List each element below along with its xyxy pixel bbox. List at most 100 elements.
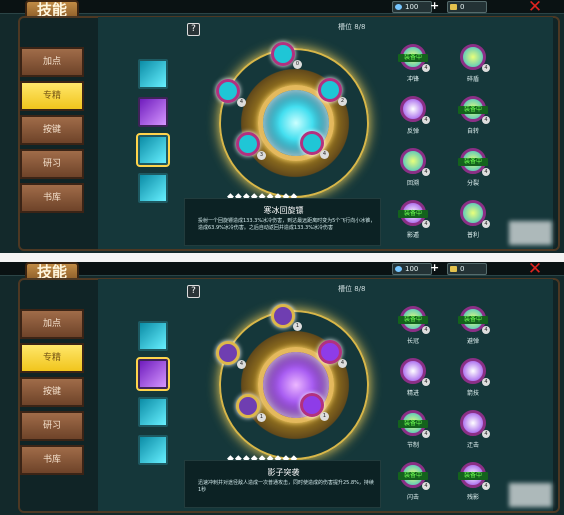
right-skill-3[interactable]: 4 精进	[396, 351, 430, 399]
rune-orb-top[interactable]	[271, 42, 295, 66]
right-skill-4[interactable]: 装备中 4 自转	[456, 89, 490, 137]
equipped-badge: 装备中	[398, 316, 428, 324]
rune-level-bottom-right: 1	[320, 412, 329, 421]
right-skill-grid: 装备中 4 长冠 装备中 4 避弹 4 精进 4 箭技 装备中 4 节制 4 迂击 装备中 4 闪击 …	[396, 299, 546, 509]
right-skill-level: 4	[482, 64, 490, 72]
right-skill-label: 闪击	[406, 494, 419, 501]
sidebar-item-add-points[interactable]: 加点	[20, 47, 84, 77]
skill-card-frost-boomerang[interactable]	[138, 397, 168, 427]
skill-card-shadow-slash[interactable]	[138, 97, 168, 127]
sidebar-item-study[interactable]: 研习	[20, 149, 84, 179]
rune-orb-left[interactable]	[216, 341, 240, 365]
diamond-icon	[395, 266, 402, 272]
right-skill-5[interactable]: 装备中 4 节制	[396, 403, 430, 451]
right-skill-label: 回溯	[406, 180, 419, 187]
sidebar-item-specialization[interactable]: 专精	[20, 343, 84, 373]
bag-resource: 0	[447, 1, 487, 13]
right-skill-level: 4	[422, 116, 430, 124]
close-button[interactable]: ✕	[526, 262, 544, 278]
skill-card-wind-strike[interactable]	[138, 435, 168, 465]
right-skill-label: 分裂	[466, 180, 479, 187]
right-skill-7[interactable]: 装备中 4 影遁	[396, 193, 430, 241]
right-skill-8[interactable]: 4 普利	[456, 193, 490, 241]
rune-level-right: 2	[338, 97, 347, 106]
equipped-badge: 装备中	[398, 420, 428, 428]
sidebar-item-add-points[interactable]: 加点	[20, 309, 84, 339]
skill-card-frost-boomerang[interactable]	[136, 133, 170, 167]
sidebar-item-keybinding[interactable]: 按键	[20, 115, 84, 145]
right-skill-6[interactable]: 装备中 4 分裂	[456, 141, 490, 189]
equipped-badge: 装备中	[398, 54, 428, 62]
panel-divider	[0, 253, 564, 262]
right-skill-label: 冲锋	[406, 76, 419, 83]
right-skill-level: 4	[482, 482, 490, 490]
selected-skill-description: 迅速冲刺并对途径敌人造成一次普通攻击，同时使造成的伤害提升25.8%，持续1秒	[198, 480, 374, 493]
equipped-badge: 装备中	[398, 472, 428, 480]
sidebar-item-library[interactable]: 书库	[20, 183, 84, 213]
add-resource-button[interactable]: +	[430, 262, 439, 274]
blurred-watermark	[509, 221, 552, 245]
equipped-badge: 装备中	[458, 106, 488, 114]
right-skill-level: 4	[422, 220, 430, 228]
right-skill-2[interactable]: 4 碎盾	[456, 37, 490, 85]
right-skill-label: 精进	[406, 390, 419, 397]
right-skill-2[interactable]: 装备中 4 避弹	[456, 299, 490, 347]
rune-orb-bottom-left[interactable]	[236, 394, 260, 418]
right-skill-level: 4	[422, 326, 430, 334]
diamond-resource: 100	[392, 1, 432, 13]
equipped-badge: 装备中	[458, 316, 488, 324]
right-skill-level: 4	[422, 64, 430, 72]
right-skill-level: 4	[482, 116, 490, 124]
skill-card-ice-shard[interactable]	[138, 321, 168, 351]
rune-level-bottom-left: 1	[257, 413, 266, 422]
right-skill-6[interactable]: 4 迂击	[456, 403, 490, 451]
skill-panel-first: 技能 100 + 0 ✕ 加点 专精 按键 研习 书库 ? 槽位 8/8 0 4…	[0, 0, 564, 253]
help-button[interactable]: ?	[187, 23, 200, 36]
skill-info-box: 寒冰回旋镖 投射一个回旋镖造成133.3%冰冷伤害，到达最远距离时变为5个飞行向…	[184, 198, 381, 246]
bag-resource: 0	[447, 263, 487, 275]
sidebar-item-library[interactable]: 书库	[20, 445, 84, 475]
right-skill-1[interactable]: 装备中 4 长冠	[396, 299, 430, 347]
right-skill-5[interactable]: 4 回溯	[396, 141, 430, 189]
sidebar-item-keybinding[interactable]: 按键	[20, 377, 84, 407]
diamond-icon	[395, 4, 402, 10]
right-skill-4[interactable]: 4 箭技	[456, 351, 490, 399]
right-skill-3[interactable]: 4 反弹	[396, 89, 430, 137]
sidebar-item-study[interactable]: 研习	[20, 411, 84, 441]
rune-orb-top[interactable]	[271, 304, 295, 328]
right-skill-label: 迂击	[466, 442, 479, 449]
rune-level-left: 4	[237, 98, 246, 107]
rune-orb-left[interactable]	[216, 79, 240, 103]
right-skill-level: 4	[422, 482, 430, 490]
right-skill-label: 自转	[466, 128, 479, 135]
right-skill-7[interactable]: 装备中 4 闪击	[396, 455, 430, 503]
sidebar-item-specialization[interactable]: 专精	[20, 81, 84, 111]
add-resource-button[interactable]: +	[430, 0, 439, 12]
skill-card-ice-shard[interactable]	[138, 59, 168, 89]
right-skill-8[interactable]: 装备中 4 残影	[456, 455, 490, 503]
close-button[interactable]: ✕	[526, 0, 544, 16]
right-skill-label: 节制	[406, 442, 419, 449]
equipped-badge: 装备中	[458, 472, 488, 480]
bag-icon	[450, 266, 457, 272]
specialization-content: ? 槽位 8/8 0 4 2 3 4 ◆◆◆◆◆◆◆◆◆ 寒冰回旋镖 投射一个回…	[98, 17, 553, 249]
skill-card-shadow-strike[interactable]	[136, 357, 170, 391]
slot-count: 槽位 8/8	[338, 23, 366, 31]
right-skill-level: 4	[482, 168, 490, 176]
right-skill-label: 箭技	[466, 390, 479, 397]
right-skill-label: 避弹	[466, 338, 479, 345]
rune-orb-bottom-left[interactable]	[236, 132, 260, 156]
diamond-resource: 100	[392, 263, 432, 275]
help-button[interactable]: ?	[187, 285, 200, 298]
right-skill-level: 4	[482, 220, 490, 228]
right-skill-level: 4	[482, 326, 490, 334]
rune-level-bottom-left: 3	[257, 151, 266, 160]
right-skill-label: 反弹	[406, 128, 419, 135]
skill-info-box: 影子突袭 迅速冲刺并对途径敌人造成一次普通攻击，同时使造成的伤害提升25.8%，…	[184, 460, 381, 508]
right-skill-level: 4	[482, 378, 490, 386]
equipped-badge: 装备中	[458, 158, 488, 166]
skill-card-wind-strike[interactable]	[138, 173, 168, 203]
right-skill-level: 4	[422, 378, 430, 386]
right-skill-1[interactable]: 装备中 4 冲锋	[396, 37, 430, 85]
rune-level-right: 4	[338, 359, 347, 368]
